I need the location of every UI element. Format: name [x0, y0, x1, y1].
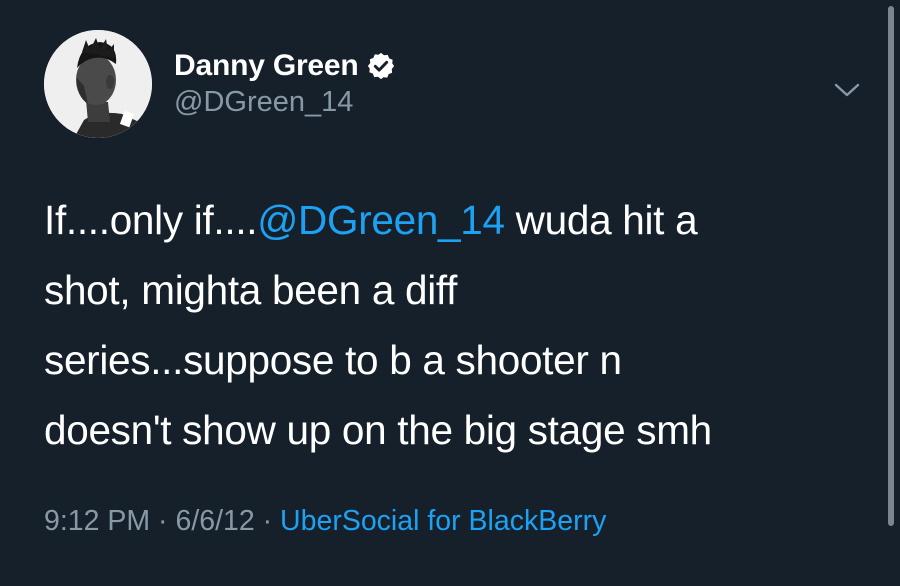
tweet-metadata: 9:12 PM · 6/6/12 · UberSocial for BlackB…	[44, 505, 606, 538]
mention-link[interactable]: @DGreen_14	[257, 197, 505, 243]
tweet-text: If....only if....@DGreen_14 wuda hit a s…	[44, 185, 844, 465]
scrollbar[interactable]	[888, 6, 894, 526]
author-name-row[interactable]: Danny Green	[174, 47, 396, 85]
tweet-date[interactable]: 6/6/12	[175, 505, 254, 537]
tweet-text-segment: If....only if....	[44, 197, 258, 243]
chevron-down-icon[interactable]	[832, 80, 862, 100]
author-display-name[interactable]: Danny Green	[174, 49, 359, 83]
tweet-line-1: If....only if....@DGreen_14 wuda hit a	[44, 185, 844, 255]
tweet-time[interactable]: 9:12 PM	[44, 505, 150, 537]
source-app-link[interactable]: UberSocial for BlackBerry	[280, 505, 606, 537]
tweet-text-segment: wuda hit a	[504, 197, 698, 243]
avatar-image	[44, 30, 152, 138]
tweet-line-4: doesn't show up on the big stage smh	[44, 407, 712, 453]
verified-badge-icon	[366, 51, 396, 81]
avatar[interactable]	[44, 30, 152, 138]
separator-dot: ·	[150, 505, 176, 537]
tweet-line-2: shot, mighta been a diff	[44, 267, 458, 313]
tweet-line-3: series...suppose to b a shooter n	[44, 337, 622, 383]
author-handle[interactable]: @DGreen_14	[174, 86, 353, 119]
separator-dot: ·	[254, 505, 281, 537]
tweet-card: Danny Green @DGreen_14 If....only if....…	[0, 0, 900, 586]
